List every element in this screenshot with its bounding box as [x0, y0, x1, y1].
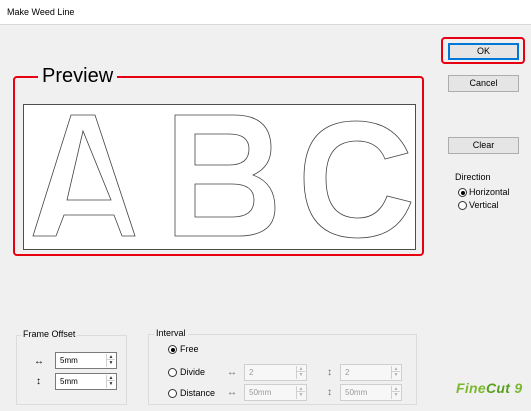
frame-offset-horizontal-value[interactable]: 5mm — [60, 356, 78, 366]
letter-c-outline — [303, 120, 412, 239]
horizontal-arrow-icon: ↔ — [227, 387, 237, 398]
interval-divide-label[interactable]: Divide — [180, 367, 205, 378]
distance-horizontal-stepper: 50mm ▲ ▼ — [244, 384, 307, 401]
frame-offset-group — [16, 335, 127, 405]
frame-offset-title: Frame Offset — [21, 329, 78, 340]
interval-distance-label[interactable]: Distance — [180, 388, 215, 399]
letter-a-outline — [32, 114, 136, 237]
stepper-arrows: ▲ ▼ — [106, 375, 115, 388]
finecut-logo: FineCut 9 — [456, 380, 523, 396]
distance-vertical-stepper: 50mm ▲ ▼ — [340, 384, 402, 401]
stepper-arrows: ▲ ▼ — [296, 366, 305, 379]
vertical-arrow-icon: ↕ — [36, 376, 41, 387]
preview-letters — [32, 114, 412, 239]
divide-vertical-stepper: 2 ▲ ▼ — [340, 364, 402, 381]
interval-divide-radio[interactable] — [168, 368, 177, 377]
divide-vertical-value: 2 — [345, 368, 350, 377]
stepper-arrows: ▲ ▼ — [106, 354, 115, 367]
interval-free-label[interactable]: Free — [180, 344, 199, 355]
vertical-arrow-icon: ↕ — [327, 387, 332, 398]
interval-free-radio[interactable] — [168, 345, 177, 354]
stepper-arrows: ▲ ▼ — [391, 366, 400, 379]
vertical-arrow-icon: ↕ — [327, 367, 332, 378]
direction-horizontal-label[interactable]: Horizontal — [469, 187, 510, 198]
spin-down-icon[interactable]: ▼ — [107, 381, 115, 387]
spin-down-icon: ▼ — [393, 372, 399, 378]
letter-b-outline — [174, 114, 276, 237]
window-title: Make Weed Line — [7, 7, 75, 17]
spin-down-icon: ▼ — [298, 392, 304, 398]
stepper-arrows: ▲ ▼ — [391, 386, 400, 399]
divide-horizontal-value: 2 — [249, 368, 254, 377]
direction-horizontal-radio[interactable] — [458, 188, 467, 197]
distance-horizontal-value: 50mm — [249, 388, 272, 397]
interval-title: Interval — [154, 328, 188, 339]
direction-vertical-label[interactable]: Vertical — [469, 200, 499, 211]
stepper-arrows: ▲ ▼ — [296, 386, 305, 399]
spin-down-icon: ▼ — [298, 372, 304, 378]
spin-down-icon: ▼ — [393, 392, 399, 398]
ok-button[interactable]: OK — [448, 43, 519, 60]
preview-canvas — [23, 104, 416, 250]
title-bar: Make Weed Line — [0, 0, 531, 24]
preview-label: Preview — [38, 64, 118, 88]
frame-offset-vertical-stepper[interactable]: 5mm ▲ ▼ — [55, 373, 117, 390]
cancel-button[interactable]: Cancel — [448, 75, 519, 92]
distance-vertical-value: 50mm — [345, 388, 368, 397]
frame-offset-horizontal-stepper[interactable]: 5mm ▲ ▼ — [55, 352, 117, 369]
horizontal-arrow-icon: ↔ — [227, 367, 237, 378]
horizontal-arrow-icon: ↔ — [34, 356, 44, 367]
divide-horizontal-stepper: 2 ▲ ▼ — [244, 364, 307, 381]
frame-offset-vertical-value[interactable]: 5mm — [60, 377, 78, 387]
direction-vertical-radio[interactable] — [458, 201, 467, 210]
interval-distance-radio[interactable] — [168, 389, 177, 398]
direction-label: Direction — [455, 172, 491, 182]
spin-down-icon[interactable]: ▼ — [107, 360, 115, 366]
clear-button[interactable]: Clear — [448, 137, 519, 154]
